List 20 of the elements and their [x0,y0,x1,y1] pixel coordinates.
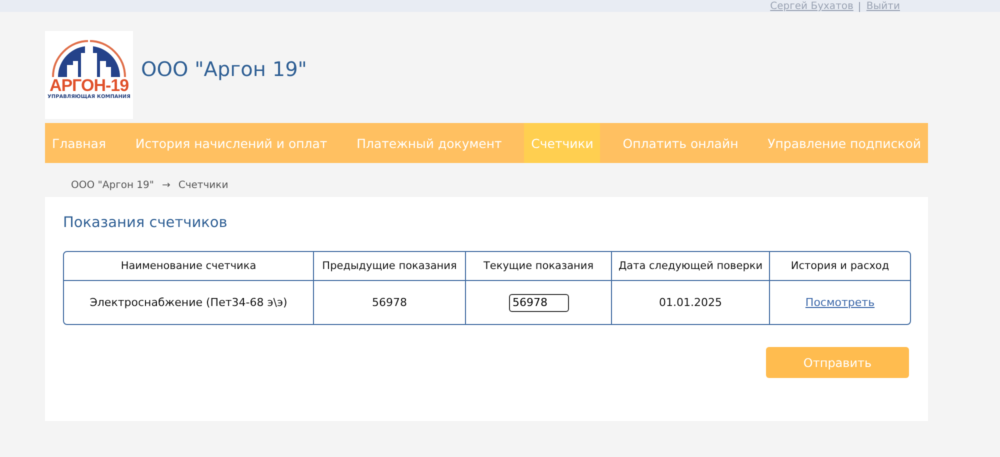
history-link[interactable]: Посмотреть [805,296,875,309]
section-title: Показания счетчиков [63,215,228,231]
nav-item[interactable]: Счетчики [524,123,600,163]
breadcrumb-item[interactable]: ООО "Аргон 19" [71,180,154,191]
logout-link[interactable]: Выйти [866,1,900,12]
table-cell: 56978 [314,281,466,324]
column-header: Наименование счетчика [64,252,314,281]
logo-name: АРГОН-19 [49,77,129,94]
table-cell: Электроснабжение (Пет34-68 э\э) [64,281,314,324]
company-name: ООО "Аргон 19" [141,57,307,81]
column-header: Дата следующей поверки [612,252,770,281]
breadcrumb-separator: → [162,180,170,191]
column-header: Текущие показания [466,252,612,281]
breadcrumb-item[interactable]: Счетчики [178,180,228,191]
user-link[interactable]: Сергей Бухатов [770,1,854,12]
column-header: История и расход [770,252,910,281]
submit-button[interactable]: Отправить [766,347,909,378]
table-cell: 01.01.2025 [612,281,770,324]
column-header: Предыдущие показания [314,252,466,281]
reading-input[interactable]: 56978 [508,294,568,312]
